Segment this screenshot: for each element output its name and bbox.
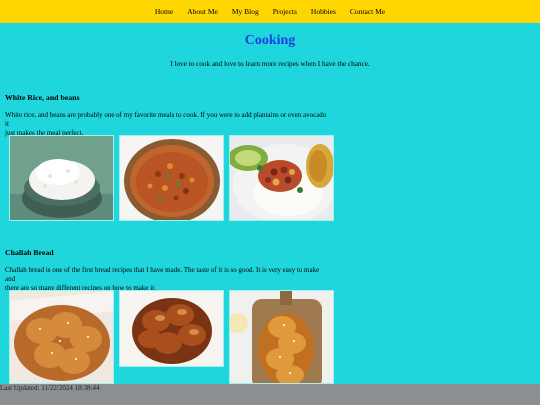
section-text-line: White rice, and beans are probably one o… [5,111,327,128]
footer-bar: Last Updated: 11/22/2024 18:38:44 [0,384,540,405]
section-text-challah: Challah bread is one of the first bread … [5,266,330,293]
nav-link-hobbies[interactable]: Hobbies [311,7,336,16]
photo-beans-pot [119,135,224,221]
photo-white-rice [9,135,114,221]
section-title-rice-beans: White Rice, and beans [5,93,80,102]
nav-link-my-blog[interactable]: My Blog [232,7,259,16]
top-navbar: Home About Me My Blog Projects Hobbies C… [0,0,540,23]
section-text-line: Challah bread is one of the first bread … [5,266,320,283]
intro-text: I love to cook and love to learn more re… [170,60,370,68]
photo-challah-board [229,290,334,384]
nav-link-home[interactable]: Home [155,7,173,16]
section-title-challah: Challah Bread [5,248,54,257]
nav-link-about-me[interactable]: About Me [187,7,218,16]
nav-link-contact-me[interactable]: Contact Me [350,7,385,16]
photo-challah-towel [9,290,114,384]
photo-challah-braided [119,290,224,367]
photo-rice-beans-plate [229,135,334,221]
section-text-rice-beans: White rice, and beans are probably one o… [5,111,330,138]
last-updated-text: Last Updated: 11/22/2024 18:38:44 [0,384,100,392]
page-title: Cooking [244,33,296,48]
nav-link-projects[interactable]: Projects [273,7,297,16]
